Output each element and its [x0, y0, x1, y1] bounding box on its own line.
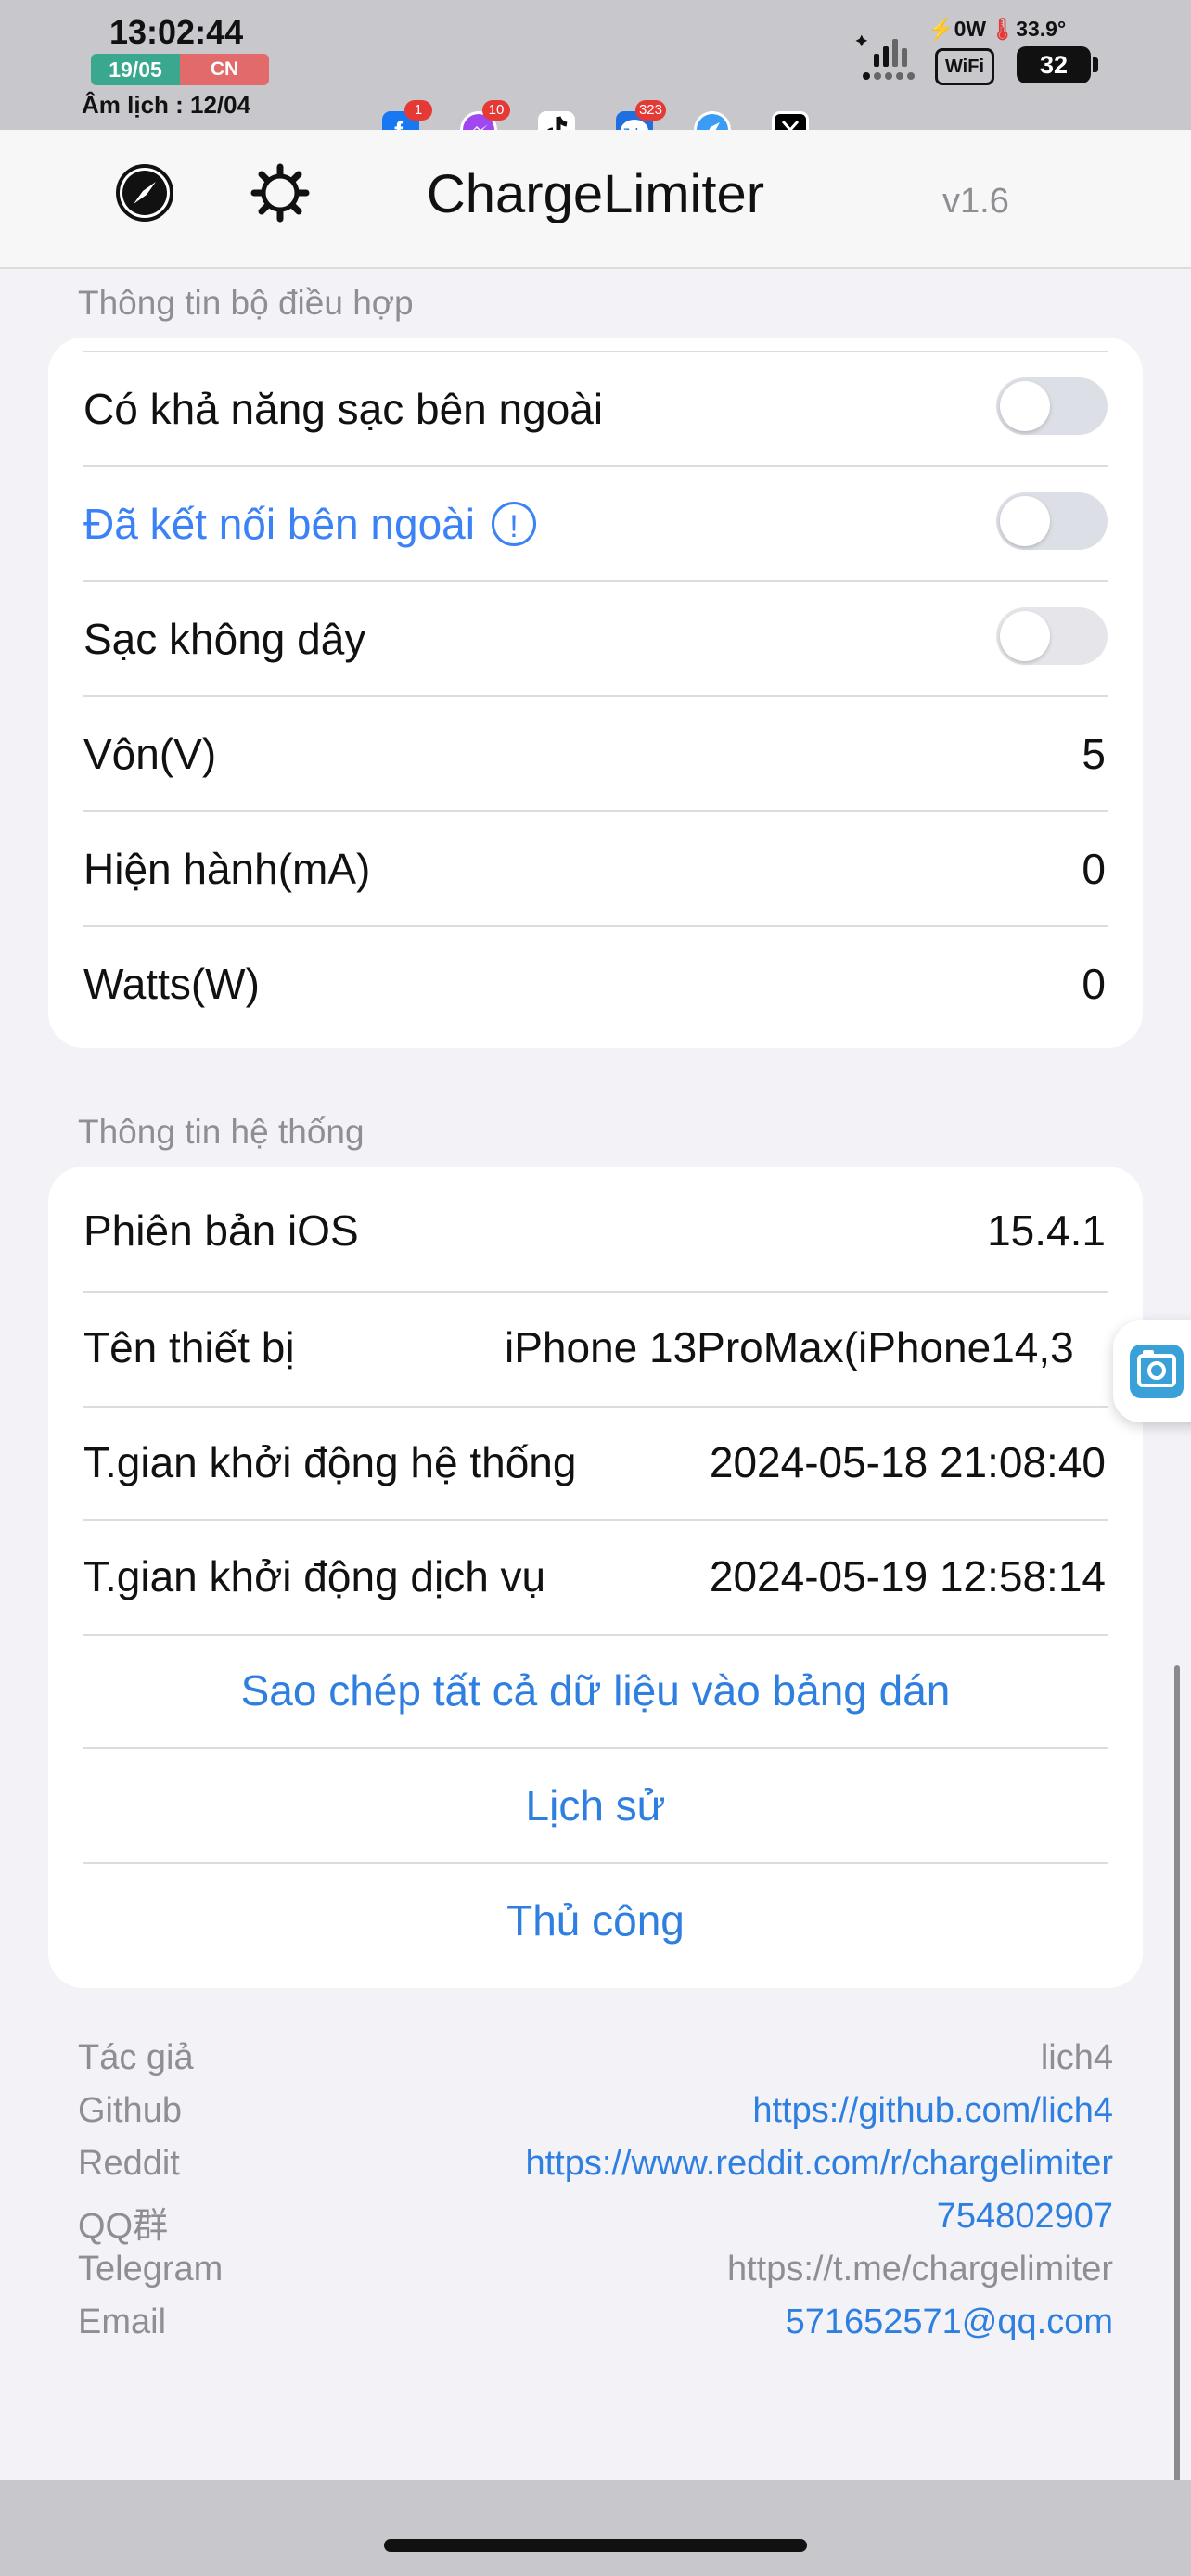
external-connected-toggle[interactable]	[996, 492, 1108, 550]
status-lunar-date: Âm lịch : 12/04	[82, 91, 251, 119]
ios-version-row: Phiên bản iOS 15.4.1	[48, 1174, 1143, 1287]
app-version: v1.6	[942, 182, 1009, 221]
battery-indicator: 32	[1017, 46, 1091, 83]
row-label: Sạc không dây	[83, 615, 366, 663]
row-value: 0	[1082, 960, 1106, 1008]
charging-power: ⚡0W	[928, 17, 987, 41]
service-start-time-row: T.gian khởi động dịch vụ 2024-05-19 12:5…	[48, 1520, 1143, 1633]
home-indicator[interactable]	[384, 2539, 807, 2552]
row-label: T.gian khởi động dịch vụ	[83, 1552, 546, 1600]
system-section-header: Thông tin hệ thống	[78, 1113, 365, 1151]
watts-row: Watts(W) 0	[48, 927, 1143, 1040]
footer-author-row: Tác giả lich4	[78, 2038, 1113, 2091]
photo-capture-icon	[1130, 1345, 1184, 1398]
info-icon[interactable]: !	[491, 501, 536, 546]
row-label: T.gian khởi động hệ thống	[83, 1438, 577, 1486]
row-label: Vôn(V)	[83, 730, 217, 778]
footer-key: Github	[78, 2091, 182, 2130]
row-value: 2024-05-18 21:08:40	[709, 1438, 1106, 1486]
vertical-scrollbar[interactable]	[1174, 1665, 1180, 2481]
email-link[interactable]: 571652571@qq.com	[786, 2302, 1113, 2342]
row-value: 2024-05-19 12:58:14	[709, 1552, 1106, 1600]
wireless-charging-row: Sạc không dây	[48, 582, 1143, 695]
history-button[interactable]: Lịch sử	[48, 1749, 1143, 1862]
row-value: 15.4.1	[987, 1206, 1106, 1255]
reddit-link[interactable]: https://www.reddit.com/r/chargelimiter	[525, 2144, 1113, 2184]
voltage-row: Vôn(V) 5	[48, 697, 1143, 810]
system-info-card: Phiên bản iOS 15.4.1 Tên thiết bị iPhone…	[48, 1167, 1143, 1988]
adapter-section-header: Thông tin bộ điều hợp	[78, 284, 414, 322]
navigation-bar: ChargeLimiter v1.6	[0, 130, 1191, 269]
row-label: Phiên bản iOS	[83, 1206, 359, 1255]
floating-screenshot-button[interactable]	[1113, 1320, 1191, 1422]
github-link[interactable]: https://github.com/lich4	[752, 2091, 1113, 2131]
footer-value: lich4	[1040, 2038, 1113, 2077]
footer-key: Telegram	[78, 2250, 224, 2289]
row-label: Watts(W)	[83, 960, 260, 1008]
footer-email-row: Email 571652571@qq.com	[78, 2302, 1113, 2355]
footer-telegram-row: Telegram https://t.me/chargelimiter	[78, 2250, 1113, 2302]
manual-button[interactable]: Thủ công	[48, 1864, 1143, 1977]
row-label: Hiện hành(mA)	[83, 845, 371, 893]
row-value: 5	[1082, 730, 1106, 778]
row-label: Có khả năng sạc bên ngoài	[83, 385, 604, 433]
external-charge-capable-row: Có khả năng sạc bên ngoài	[48, 352, 1143, 465]
cellular-signal-icon	[855, 34, 915, 80]
wifi-indicator: WiFi	[935, 48, 994, 85]
status-time: 13:02:44	[109, 13, 244, 51]
status-bar: 13:02:44 19/05 CN Âm lịch : 12/04 ⚡0W 🌡3…	[0, 0, 1191, 130]
device-name-row: Tên thiết bị iPhone 13ProMax(iPhone14,3	[48, 1291, 1143, 1404]
external-charge-capable-toggle[interactable]	[996, 377, 1108, 435]
external-connected-row: Đã kết nối bên ngoài!	[48, 467, 1143, 580]
status-weekday: CN	[180, 54, 269, 85]
row-value: 0	[1082, 845, 1106, 893]
app-title: ChargeLimiter	[426, 164, 765, 224]
wireless-charging-toggle[interactable]	[996, 607, 1108, 665]
footer-key: QQ群	[78, 2207, 169, 2246]
battery-tip	[1093, 57, 1098, 72]
footer-github-row: Github https://github.com/lich4	[78, 2091, 1113, 2144]
current-row: Hiện hành(mA) 0	[48, 812, 1143, 925]
telegram-link[interactable]: https://t.me/chargelimiter	[727, 2250, 1113, 2289]
row-label[interactable]: Đã kết nối bên ngoài!	[83, 467, 536, 580]
row-value: iPhone 13ProMax(iPhone14,3	[505, 1323, 1074, 1371]
row-label: Tên thiết bị	[83, 1323, 295, 1371]
footer-key: Reddit	[78, 2144, 180, 2183]
status-date: 19/05	[91, 54, 180, 85]
footer-key: Email	[78, 2302, 167, 2341]
bottom-bar	[0, 2480, 1191, 2576]
footer-qq-row: QQ群 754802907	[78, 2197, 1113, 2250]
qq-group-link[interactable]: 754802907	[937, 2197, 1113, 2237]
system-boot-time-row: T.gian khởi động hệ thống 2024-05-18 21:…	[48, 1406, 1143, 1519]
copy-all-button[interactable]: Sao chép tất cả dữ liệu vào bảng dán	[48, 1634, 1143, 1747]
bolt-icon: ⚡	[928, 17, 954, 41]
battery-temperature: 🌡33.9°	[989, 17, 1067, 41]
footer-key: Tác giả	[78, 2038, 194, 2077]
footer-reddit-row: Reddit https://www.reddit.com/r/chargeli…	[78, 2144, 1113, 2197]
thermometer-icon: 🌡	[989, 17, 1017, 41]
adapter-info-card: Có khả năng sạc bên ngoài Đã kết nối bên…	[48, 338, 1143, 1048]
